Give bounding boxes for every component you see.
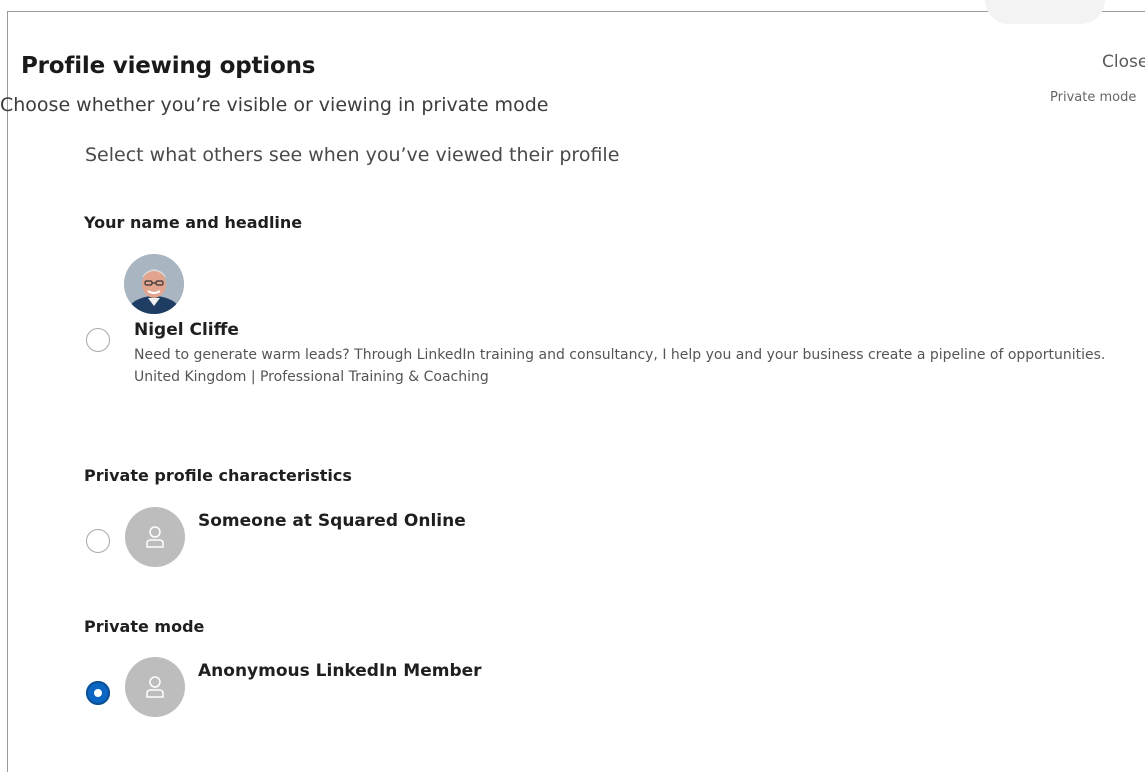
section-heading-private-characteristics: Private profile characteristics bbox=[84, 466, 352, 485]
dialog-subtitle: Choose whether you’re visible or viewing… bbox=[0, 94, 549, 116]
profile-location-industry: United Kingdom | Professional Training &… bbox=[134, 369, 489, 385]
generic-avatar bbox=[125, 507, 185, 567]
radio-private-mode[interactable] bbox=[86, 681, 110, 705]
person-icon bbox=[146, 676, 164, 698]
dialog-title: Profile viewing options bbox=[21, 53, 316, 79]
option-label-private-characteristics: Someone at Squared Online bbox=[198, 511, 466, 531]
profile-photo-icon bbox=[124, 254, 184, 314]
dialog-frame bbox=[7, 11, 1145, 772]
instruction-text: Select what others see when you’ve viewe… bbox=[85, 144, 620, 166]
option-label-private-mode: Anonymous LinkedIn Member bbox=[198, 661, 482, 681]
section-heading-name-headline: Your name and headline bbox=[84, 213, 303, 232]
profile-name: Nigel Cliffe bbox=[134, 320, 239, 340]
private-mode-link[interactable]: Private mode bbox=[1050, 90, 1136, 105]
person-icon bbox=[146, 526, 164, 548]
profile-headline: Need to generate warm leads? Through Lin… bbox=[134, 347, 1106, 363]
background-decoration bbox=[985, 0, 1105, 24]
close-button[interactable]: Close bbox=[1102, 52, 1145, 72]
anonymous-avatar bbox=[125, 657, 185, 717]
profile-photo-avatar bbox=[124, 254, 184, 314]
radio-private-characteristics[interactable] bbox=[86, 529, 110, 553]
radio-name-headline[interactable] bbox=[86, 328, 110, 352]
section-heading-private-mode: Private mode bbox=[84, 617, 205, 636]
